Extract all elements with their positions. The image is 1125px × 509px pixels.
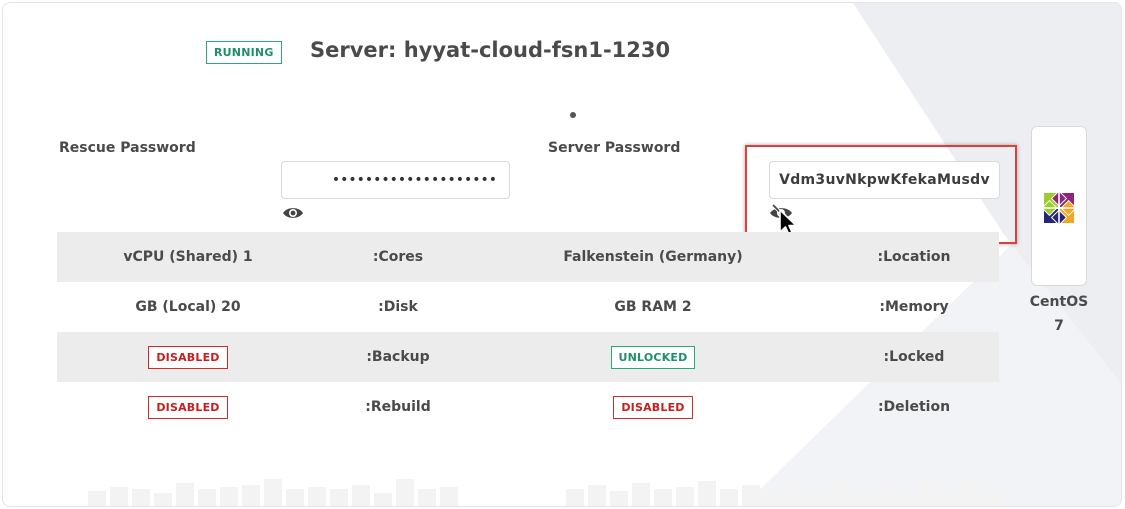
os-name-line1: CentOS xyxy=(1029,294,1089,310)
cores-value: vCPU (Shared) 1 xyxy=(123,249,253,265)
os-panel xyxy=(1031,126,1087,286)
table-row: GB (Local) 20 :Disk GB RAM 2 :Memory xyxy=(57,282,999,332)
highlight-box xyxy=(745,145,1017,244)
table-row: DISABLED :Rebuild DISABLED :Deletion xyxy=(57,382,999,432)
rebuild-label: :Rebuild xyxy=(365,399,431,415)
specs-table: vCPU (Shared) 1 :Cores Falkenstein (Germ… xyxy=(57,232,999,432)
location-label: :Location xyxy=(877,249,951,265)
rescue-password-field[interactable]: •••••••••••••••••••• xyxy=(281,161,510,199)
os-name-line2: 7 xyxy=(1054,318,1064,334)
backup-label: :Backup xyxy=(366,349,430,365)
deletion-label: :Deletion xyxy=(877,399,951,415)
server-password-label: Server Password xyxy=(548,140,681,156)
centos-logo-icon xyxy=(1039,188,1079,228)
locked-label: :Locked xyxy=(883,349,945,365)
rescue-password-label: Rescue Password xyxy=(59,140,196,156)
cores-label: :Cores xyxy=(372,249,424,265)
os-name: CentOS 7 xyxy=(1021,290,1097,338)
memory-value: GB RAM 2 xyxy=(614,299,692,315)
disk-value: GB (Local) 20 xyxy=(135,299,241,315)
location-value: Falkenstein (Germany) xyxy=(563,249,743,265)
table-row: vCPU (Shared) 1 :Cores Falkenstein (Germ… xyxy=(57,232,999,282)
backup-status-badge: DISABLED xyxy=(148,345,228,369)
eye-icon[interactable] xyxy=(282,205,304,221)
separator-dot xyxy=(570,112,576,118)
memory-label: :Memory xyxy=(879,299,949,315)
table-row: DISABLED :Backup UNLOCKED :Locked xyxy=(57,332,999,382)
disk-label: :Disk xyxy=(378,299,418,315)
deletion-status-badge: DISABLED xyxy=(613,395,693,419)
rebuild-status-badge: DISABLED xyxy=(148,395,228,419)
page-title: Server: hyyat-cloud-fsn1-1230 xyxy=(310,38,671,62)
locked-status-badge: UNLOCKED xyxy=(610,345,696,369)
status-badge: RUNNING xyxy=(206,41,282,64)
